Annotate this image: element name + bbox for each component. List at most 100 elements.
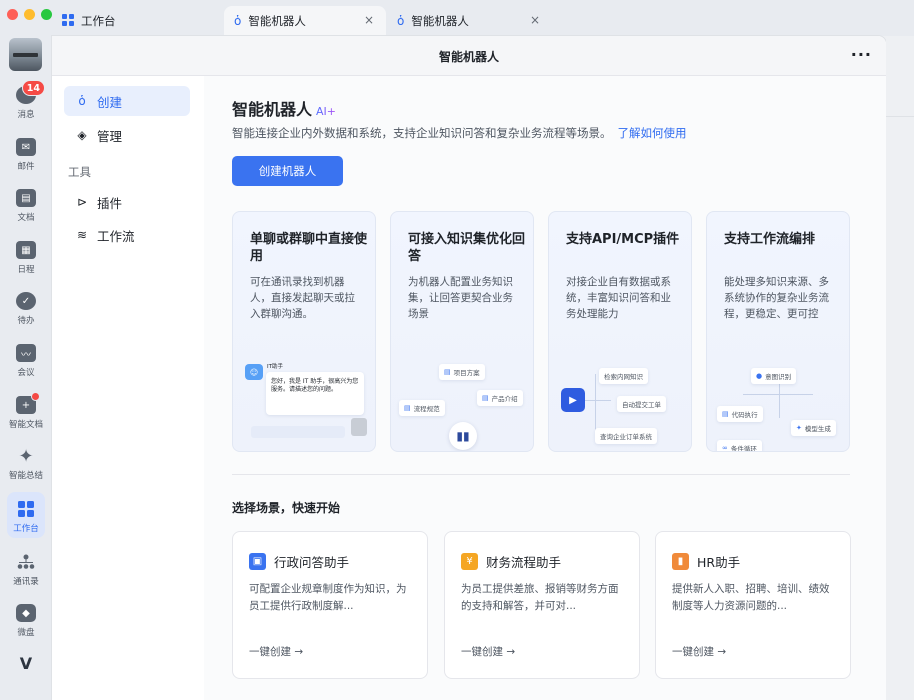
tab-bar: 工作台 ὁ 智能机器人 × ὁ 智能机器人 × (52, 0, 914, 36)
yen-icon: ¥ (461, 553, 478, 570)
nav-item-manage[interactable]: ◈ 管理 (64, 120, 190, 150)
page-description: 智能连接企业内外数据和系统，支持企业知识问答和复杂业务流程等场景。 了解如何使用 (232, 125, 687, 141)
tab-label: 智能机器人 (248, 14, 306, 28)
one-click-create-link[interactable]: 一键创建 → (461, 644, 515, 659)
rail-item-mail[interactable]: ✉ 邮件 (0, 138, 52, 172)
description-text: 智能连接企业内外数据和系统，支持企业知识问答和复杂业务流程等场景。 (232, 126, 612, 140)
flow-connector (779, 378, 780, 418)
nav-label: 创建 (97, 94, 123, 110)
rail-item-more-app[interactable]: V (0, 653, 52, 673)
rail-label: 日程 (17, 265, 35, 275)
feature-title: 单聊或群聊中直接使用 (250, 232, 368, 264)
robot-icon: ὁ (78, 94, 86, 108)
section-divider (232, 474, 850, 475)
knowledge-chip: ▤ 产品介绍 (477, 390, 523, 406)
feature-card-workflow: 支持工作流编排 能处理多知识来源、多系统协作的复杂业务流程，更稳定、更可控 ● 意… (706, 211, 850, 452)
feature-desc: 能处理多知识来源、多系统协作的复杂业务流程，更稳定、更可控 (724, 276, 829, 320)
rail-label: 工作台 (13, 524, 39, 534)
maximize-window-button[interactable] (41, 9, 52, 20)
tab-label: 智能机器人 (411, 14, 469, 28)
rail-label: 文档 (17, 213, 35, 223)
scene-title-text: HR助手 (697, 555, 741, 570)
close-tab-icon[interactable]: × (364, 13, 374, 27)
v-logo-icon: V (19, 653, 33, 673)
rail-item-disk[interactable]: ◆ 微盘 (0, 604, 52, 638)
feature-title: 可接入知识集优化回答 (408, 232, 526, 264)
book-icon: ▮▮ (449, 422, 477, 450)
api-chip: 自动提交工单 (617, 396, 666, 412)
bot-avatar-icon: ☺ (245, 364, 263, 380)
rail-item-contacts[interactable]: 通讯录 (0, 553, 52, 587)
close-tab-icon[interactable]: × (530, 13, 540, 27)
nav-item-create[interactable]: ὁ 创建 (64, 86, 190, 116)
scene-desc: 为员工提供差旅、报销等财务方面的支持和解答，并可对... (461, 583, 619, 612)
app-window: 智能机器人 ··· ὁ 创建 ◈ 管理 工具 ⊳ 插件 ≋ 工作流 智能机器人 … (52, 36, 886, 700)
notification-dot (31, 392, 40, 401)
tab-robot-active[interactable]: ὁ 智能机器人 × (224, 6, 386, 36)
tab-robot[interactable]: ὁ 智能机器人 × (387, 6, 552, 36)
nav-label: 插件 (97, 195, 123, 211)
rail-item-messages[interactable]: 14 消息 (0, 80, 52, 120)
page-title-text: 智能机器人 (232, 100, 313, 119)
one-click-create-link[interactable]: 一键创建 → (249, 644, 303, 659)
rail-item-workbench[interactable]: 工作台 (0, 500, 52, 534)
one-click-create-link[interactable]: 一键创建 → (672, 644, 726, 659)
nav-label: 工作流 (97, 228, 135, 244)
chat-bubble-icon: 14 (16, 80, 45, 104)
scene-card-hr[interactable]: ▮ HR助手 提供新人入职、招聘、培训、绩效制度等人力资源问题的... 一键创建… (655, 531, 851, 679)
feature-card-chat: 单聊或群聊中直接使用 可在通讯录找到机器人，直接发起聊天或拉入群聊沟通。 ☺ I… (232, 211, 376, 452)
scene-card-admin[interactable]: ▣ 行政问答助手 可配置企业规章制度作为知识，为员工提供行政制度解... 一键创… (232, 531, 428, 679)
scene-title: ▮ HR助手 (672, 552, 740, 571)
scene-title-text: 行政问答助手 (274, 555, 350, 570)
rail-label: 微盘 (17, 628, 35, 638)
check-circle-icon: ✓ (16, 292, 36, 310)
background-window-edge (886, 36, 914, 700)
feature-card-knowledge: 可接入知识集优化回答 为机器人配置业务知识集，让回答更契合业务场景 ▤ 项目方案 … (390, 211, 534, 452)
workflow-chip: ▤ 代码执行 (717, 406, 763, 422)
divider (886, 116, 914, 117)
nav-item-plugins[interactable]: ⊳ 插件 (64, 187, 190, 217)
code-icon: ▤ (722, 410, 729, 418)
feature-title: 支持API/MCP插件 (566, 232, 680, 247)
intent-icon: ● (756, 372, 763, 380)
nav-label: 管理 (97, 128, 123, 144)
loop-icon: ∞ (722, 444, 728, 452)
rail-label: 消息 (17, 110, 35, 120)
nav-section-tools: 工具 (68, 165, 91, 179)
rail-item-calendar[interactable]: ▦ 日程 (0, 241, 52, 275)
flow-connector (743, 394, 813, 395)
workflow-icon: ≋ (76, 228, 88, 242)
rail-item-smart-doc[interactable]: + 智能文档 (0, 392, 52, 430)
minimize-window-button[interactable] (24, 9, 35, 20)
side-nav: ὁ 创建 ◈ 管理 工具 ⊳ 插件 ≋ 工作流 (52, 76, 204, 700)
grid-icon (62, 13, 74, 29)
rail-item-meeting[interactable]: 〰 会议 (0, 344, 52, 378)
file-icon: ▤ (444, 368, 451, 376)
chat-input-illustration (251, 426, 345, 438)
rail-label: 待办 (17, 316, 35, 326)
close-window-button[interactable] (7, 9, 18, 20)
scene-title: ¥ 财务流程助手 (461, 552, 561, 571)
scenes-heading: 选择场景，快速开始 (232, 501, 341, 515)
nav-item-workflow[interactable]: ≋ 工作流 (64, 220, 190, 250)
calendar-icon: ▦ (16, 241, 36, 259)
window-controls (7, 9, 52, 20)
feature-desc: 为机器人配置业务知识集，让回答更契合业务场景 (408, 276, 513, 320)
learn-more-link[interactable]: 了解如何使用 (618, 126, 687, 140)
flow-connector (595, 374, 596, 436)
scene-card-finance[interactable]: ¥ 财务流程助手 为员工提供差旅、报销等财务方面的支持和解答，并可对... 一键… (444, 531, 640, 679)
avatar[interactable] (9, 38, 42, 71)
tab-label: 工作台 (81, 14, 116, 28)
rail-item-smart-summary[interactable]: ✦ 智能总结 (0, 446, 52, 482)
api-chip: 查询企业订单系统 (595, 428, 657, 444)
create-robot-button[interactable]: 创建机器人 (232, 156, 343, 186)
workflow-chip: ∞ 条件循环 (717, 440, 762, 452)
api-plug-icon: ▶ (561, 388, 585, 412)
rail-label: 智能总结 (8, 471, 43, 481)
rail-item-todo[interactable]: ✓ 待办 (0, 292, 52, 326)
knowledge-chip: ▤ 流程规范 (399, 400, 445, 416)
user-avatar-icon (351, 418, 367, 436)
rail-item-docs[interactable]: ▤ 文档 (0, 189, 52, 223)
more-options-button[interactable]: ··· (851, 45, 872, 64)
tab-workbench[interactable]: 工作台 (52, 6, 224, 36)
